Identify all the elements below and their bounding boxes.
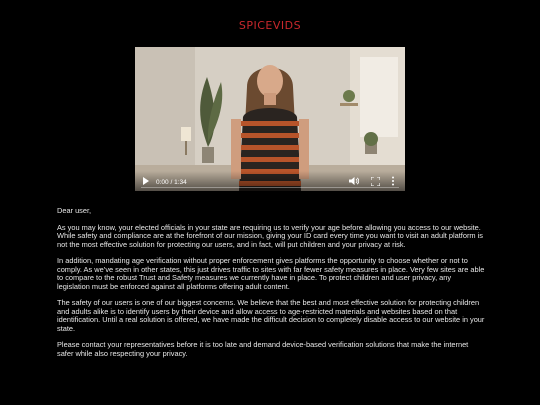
duration: 1:34 <box>174 179 187 186</box>
site-logo[interactable]: SPICEVIDS <box>0 19 540 32</box>
play-icon[interactable] <box>142 177 150 185</box>
notice-letter: Dear user, As you may know, your elected… <box>57 206 485 367</box>
letter-paragraph: In addition, mandating age verification … <box>57 256 485 291</box>
letter-paragraph: Please contact your representatives befo… <box>57 340 469 358</box>
more-options-icon[interactable] <box>390 176 396 186</box>
video-time: 0:00 / 1:34 <box>156 179 187 186</box>
video-frame <box>135 47 405 191</box>
video-progress-bar[interactable] <box>141 187 399 188</box>
fullscreen-icon[interactable] <box>371 177 380 186</box>
letter-greeting: Dear user, <box>57 206 92 215</box>
video-player[interactable]: 0:00 / 1:34 <box>135 47 405 191</box>
volume-icon[interactable] <box>349 176 359 186</box>
current-time: 0:00 <box>156 179 169 186</box>
letter-paragraph: As you may know, your elected officials … <box>57 222 483 249</box>
letter-paragraph: The safety of our users is one of our bi… <box>57 298 485 333</box>
video-controls: 0:00 / 1:34 <box>135 171 405 191</box>
